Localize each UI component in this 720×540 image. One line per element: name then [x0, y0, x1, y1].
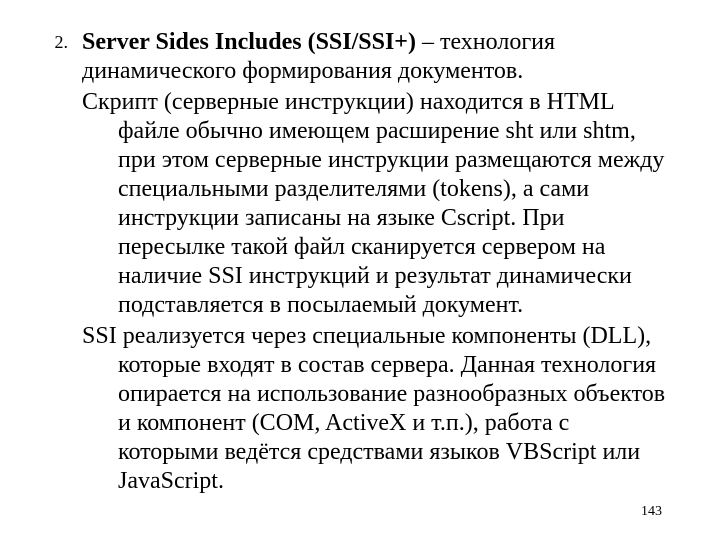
paragraph-1: Скрипт (серверные инструкции) находится … — [36, 88, 672, 320]
list-item-body: Server Sides Includes (SSI/SSI+) – техно… — [82, 28, 672, 86]
paragraph-2: SSI реализуется через специальные компон… — [36, 322, 672, 496]
page-number: 143 — [641, 504, 662, 520]
slide: 2. Server Sides Includes (SSI/SSI+) – те… — [0, 0, 720, 540]
list-item: 2. Server Sides Includes (SSI/SSI+) – те… — [36, 28, 672, 86]
list-marker: 2. — [36, 28, 82, 57]
list-item-title: Server Sides Includes (SSI/SSI+) — [82, 29, 416, 55]
numbered-list: 2. Server Sides Includes (SSI/SSI+) – те… — [36, 28, 672, 86]
